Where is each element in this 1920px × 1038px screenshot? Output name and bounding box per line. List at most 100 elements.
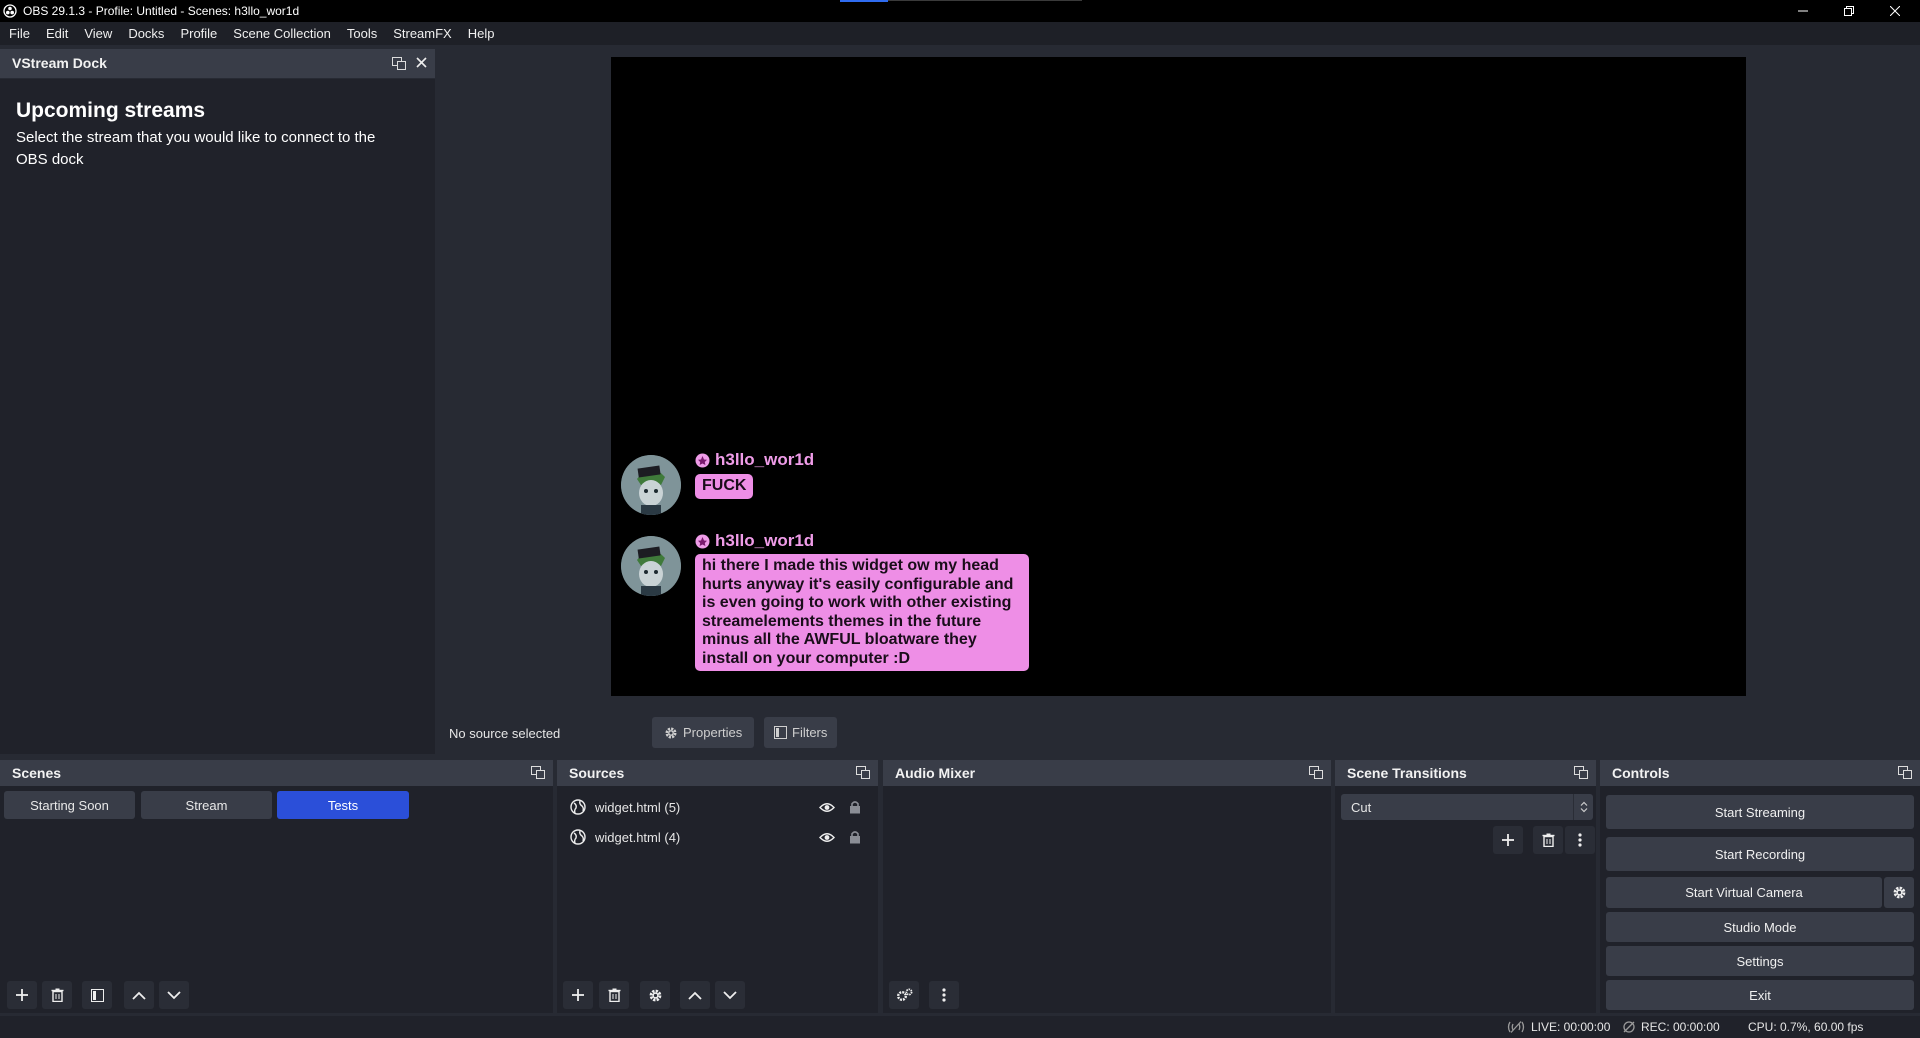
badge-icon [695,453,710,467]
virtual-camera-settings-button[interactable] [1884,877,1914,908]
float-dock-icon[interactable] [1898,766,1912,779]
move-source-up-button[interactable] [680,981,710,1009]
filter-icon [90,988,104,1002]
vstream-dock-body: Upcoming streams Select the stream that … [0,79,435,754]
avatar [621,536,681,596]
menu-scene-collection[interactable]: Scene Collection [225,22,339,45]
menu-docks[interactable]: Docks [120,22,172,45]
audio-mixer-dock-body [883,786,1331,1013]
plus-icon [1502,834,1514,846]
source-toolbar: No source selected Properties Filters [444,713,1920,753]
chevron-down-icon [723,990,737,999]
browser-source-icon [570,799,586,815]
move-scene-down-button[interactable] [159,981,189,1009]
remove-scene-button[interactable] [42,981,72,1009]
settings-button[interactable]: Settings [1606,946,1914,976]
transition-menu-button[interactable] [1565,826,1595,854]
start-streaming-button[interactable]: Start Streaming [1606,795,1914,829]
remove-source-button[interactable] [599,981,629,1009]
scene-stream[interactable]: Stream [141,791,272,819]
menu-help[interactable]: Help [460,22,503,45]
vstream-dock-header: VStream Dock [0,49,435,78]
more-vertical-icon [942,988,946,1002]
taskbar-accent [840,0,888,2]
source-properties-button[interactable] [640,981,670,1009]
minimize-button[interactable] [1780,0,1826,22]
chevron-down-icon [167,990,181,999]
chat-username-text: h3llo_wor1d [715,450,815,469]
gear-icon [649,989,661,1001]
mixer-menu-button[interactable] [929,981,959,1009]
lock-icon[interactable] [849,830,861,844]
eye-icon[interactable] [819,832,835,843]
start-recording-button[interactable]: Start Recording [1606,837,1914,871]
chat-message: h3llo_wor1d hi there I made this widget … [621,531,1221,696]
plus-icon [16,989,28,1001]
add-scene-button[interactable] [7,981,37,1009]
transition-select-value: Cut [1351,800,1372,815]
window-title: OBS 29.1.3 - Profile: Untitled - Scenes:… [23,4,300,18]
studio-mode-button[interactable]: Studio Mode [1606,912,1914,942]
trash-icon [1542,833,1554,847]
record-off-icon [1623,1021,1635,1033]
source-label: widget.html (5) [595,799,681,815]
float-dock-icon[interactable] [856,766,870,779]
taskbar-line [888,0,1082,1]
source-label: widget.html (4) [595,829,681,845]
title-bar: OBS 29.1.3 - Profile: Untitled - Scenes:… [0,0,1920,22]
chat-username: h3llo_wor1d [695,531,814,551]
no-source-label: No source selected [449,726,561,741]
close-window-button[interactable] [1872,0,1918,22]
preview-canvas[interactable]: h3llo_wor1d FUCK h3llo_wor1d hi there I … [611,57,1746,696]
menu-streamfx[interactable]: StreamFX [385,22,460,45]
scenes-dock-header: Scenes [0,760,553,786]
transition-select[interactable]: Cut [1341,794,1593,820]
chat-bubble: hi there I made this widget ow my head h… [695,554,1029,671]
close-dock-icon[interactable] [416,57,427,70]
exit-button[interactable]: Exit [1606,980,1914,1010]
advanced-audio-button[interactable] [889,981,919,1009]
menu-view[interactable]: View [76,22,120,45]
properties-label: Properties [683,725,743,740]
menu-tools[interactable]: Tools [339,22,385,45]
start-virtual-camera-button[interactable]: Start Virtual Camera [1606,877,1882,908]
status-bar: LIVE: 00:00:00 REC: 00:00:00 CPU: 0.7%, … [0,1016,1920,1038]
move-scene-up-button[interactable] [124,981,154,1009]
float-dock-icon[interactable] [392,57,406,70]
trash-icon [608,988,620,1002]
float-dock-icon[interactable] [531,766,545,779]
eye-icon[interactable] [819,802,835,813]
sources-dock-body: widget.html (5) widget.html (4) [557,786,878,1013]
scene-starting-soon[interactable]: Starting Soon [4,791,135,819]
restore-button[interactable] [1826,0,1872,22]
menu-file[interactable]: File [1,22,38,45]
controls-dock-body: Start Streaming Start Recording Start Vi… [1600,786,1920,1013]
float-dock-icon[interactable] [1574,766,1588,779]
live-time: LIVE: 00:00:00 [1531,1020,1611,1034]
chat-bubble: FUCK [695,474,754,499]
menu-profile[interactable]: Profile [172,22,225,45]
scene-filters-button[interactable] [82,981,112,1009]
chat-message: h3llo_wor1d FUCK [621,450,1221,525]
lock-icon[interactable] [849,800,861,814]
scenes-title: Scenes [12,765,62,781]
properties-button[interactable]: Properties [652,717,755,748]
gear-icon [665,727,677,738]
filters-button[interactable]: Filters [764,717,838,748]
add-source-button[interactable] [563,981,593,1009]
source-item[interactable]: widget.html (4) [557,823,878,851]
scene-tests[interactable]: Tests [277,791,409,819]
float-dock-icon[interactable] [1309,766,1323,779]
sources-title: Sources [569,765,625,781]
gears-icon [896,988,912,1001]
remove-transition-button[interactable] [1533,826,1563,854]
filters-label: Filters [792,725,828,740]
badge-icon [695,534,710,548]
upcoming-streams-description: Select the stream that you would like to… [16,129,376,168]
add-transition-button[interactable] [1493,826,1523,854]
menu-bar: File Edit View Docks Profile Scene Colle… [0,22,1920,45]
updown-arrows-icon [1573,794,1593,820]
move-source-down-button[interactable] [715,981,745,1009]
menu-edit[interactable]: Edit [38,22,76,45]
source-item[interactable]: widget.html (5) [557,793,878,821]
